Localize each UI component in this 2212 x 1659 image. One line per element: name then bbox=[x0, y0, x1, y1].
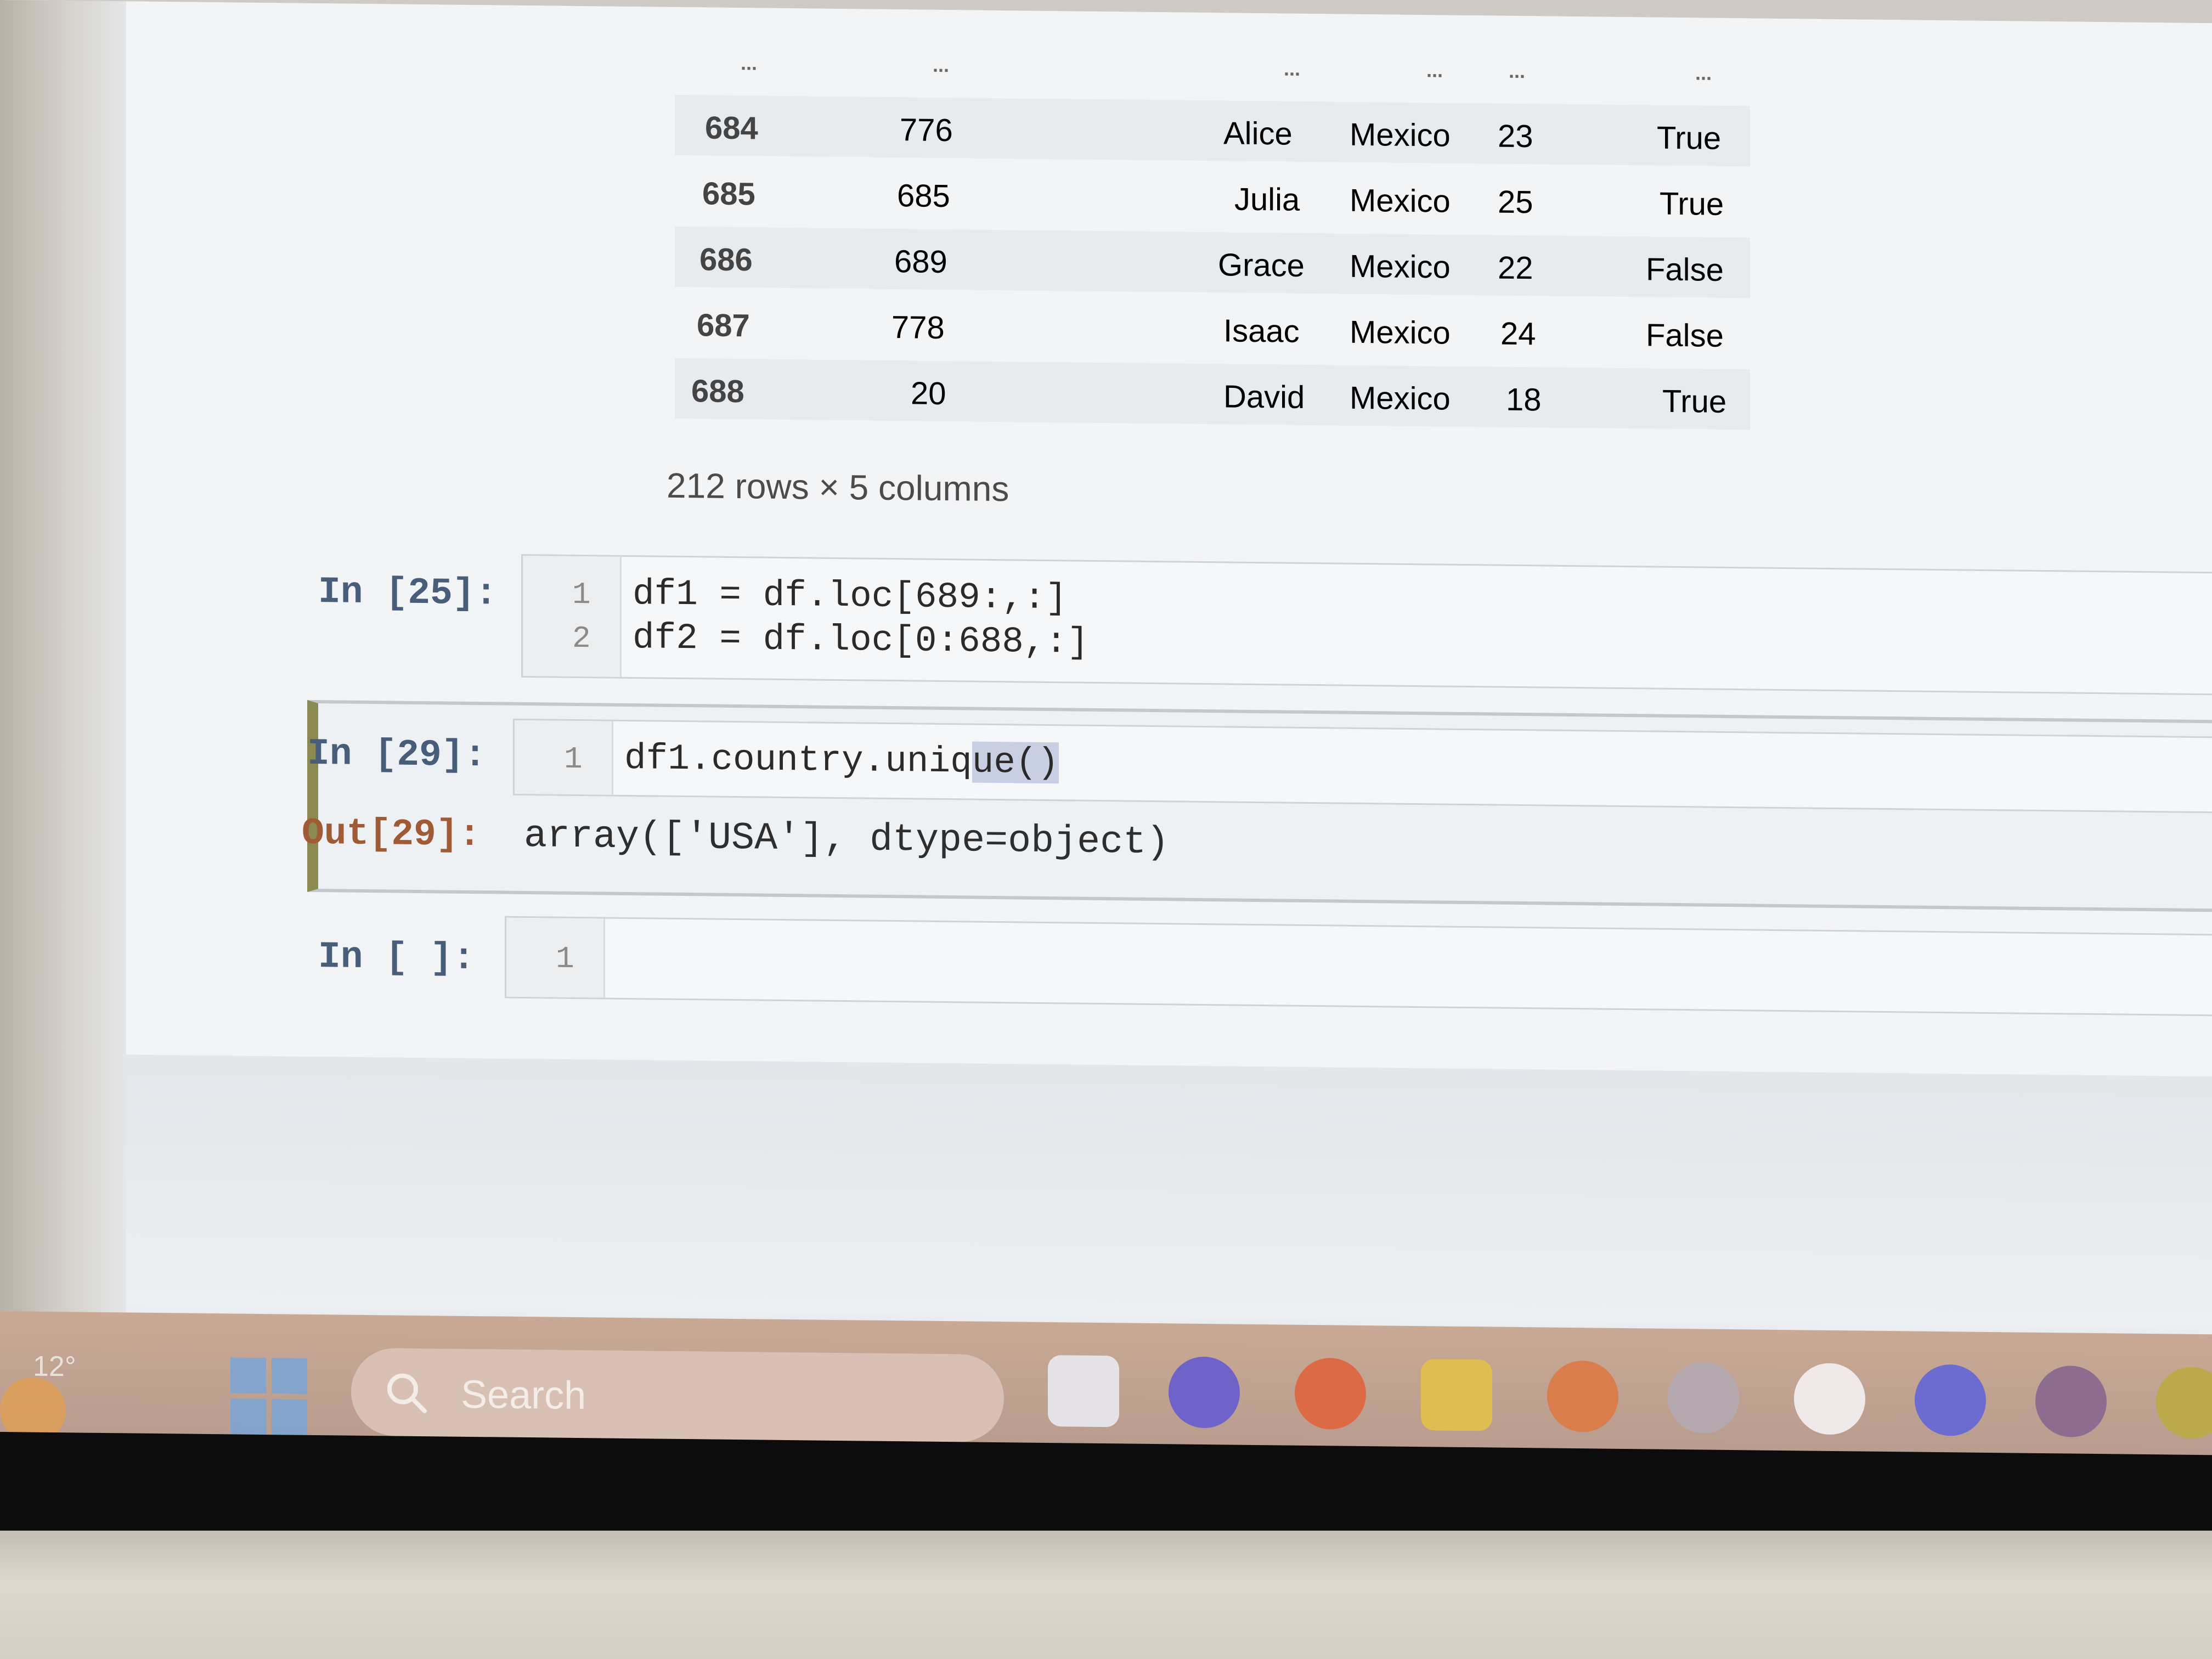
cell-country: Mexico bbox=[1350, 248, 1451, 285]
cell-age: 25 bbox=[1498, 184, 1533, 221]
windows-logo-tile bbox=[272, 1399, 307, 1435]
code-cell-25[interactable]: 1 2 df1 = df.loc[689:,:] df2 = df.loc[0:… bbox=[521, 554, 2212, 696]
row-index: 688 bbox=[691, 373, 744, 410]
cell-value: 689 bbox=[894, 244, 947, 280]
windows-logo-tile bbox=[230, 1398, 266, 1435]
cell-flag: False bbox=[1646, 317, 1724, 354]
line-number: 1 bbox=[564, 741, 583, 777]
cell-flag: True bbox=[1660, 185, 1724, 222]
firefox-icon[interactable] bbox=[1547, 1360, 1618, 1432]
photo-background: ... ... ... ... ... ... 684 776 Alice Me… bbox=[0, 0, 2212, 1659]
table-row: 685 685 Julia Mexico 25 True bbox=[675, 161, 1750, 233]
table-row: 688 20 David Mexico 18 True bbox=[675, 358, 1750, 430]
line-number: 1 bbox=[556, 941, 574, 977]
input-prompt: In [29]: bbox=[307, 732, 487, 777]
cell-name: Isaac bbox=[1223, 313, 1300, 349]
cell-country: Mexico bbox=[1350, 380, 1451, 417]
meet-icon[interactable] bbox=[1169, 1356, 1240, 1429]
task-view-icon[interactable] bbox=[1048, 1355, 1119, 1427]
cell-country: Mexico bbox=[1350, 314, 1451, 351]
input-prompt: In [ ]: bbox=[318, 936, 475, 980]
weather-temperature[interactable]: 12° bbox=[33, 1350, 76, 1384]
ellipsis: ... bbox=[1284, 57, 1301, 80]
cell-flag: True bbox=[1657, 120, 1722, 156]
line-number: 2 bbox=[572, 620, 591, 657]
cell-value: 20 bbox=[911, 375, 946, 412]
slack-icon[interactable] bbox=[1794, 1363, 1865, 1435]
cell-age: 23 bbox=[1498, 118, 1533, 155]
ellipsis: ... bbox=[1509, 59, 1526, 83]
cell-age: 22 bbox=[1498, 250, 1533, 286]
selected-code-text: ue() bbox=[972, 741, 1059, 784]
cell-name: David bbox=[1223, 379, 1305, 415]
projected-screen: ... ... ... ... ... ... 684 776 Alice Me… bbox=[0, 0, 2212, 1461]
df-ellipsis-row: ... ... ... ... ... ... bbox=[675, 40, 1750, 101]
row-index: 687 bbox=[697, 307, 750, 344]
empty-code-cell[interactable]: 1 bbox=[505, 916, 2212, 1018]
opera-icon[interactable] bbox=[1295, 1357, 1366, 1430]
cell-name: Julia bbox=[1234, 181, 1300, 218]
dataframe-shape-summary: 212 rows × 5 columns bbox=[667, 465, 1009, 509]
line-gutter bbox=[523, 555, 622, 677]
cell-value: 685 bbox=[897, 178, 950, 215]
search-label: Search bbox=[461, 1372, 586, 1418]
code-text: df1.country.uniq bbox=[624, 737, 972, 783]
row-index: 686 bbox=[699, 241, 753, 278]
discord-icon[interactable] bbox=[1915, 1364, 1986, 1436]
code-line: df2 = df.loc[0:688,:] bbox=[633, 617, 1089, 663]
code-line: df1.country.unique() bbox=[624, 737, 1059, 784]
search-icon bbox=[387, 1373, 427, 1414]
cell-name: Grace bbox=[1218, 247, 1305, 284]
output-prompt: Out[29]: bbox=[302, 812, 481, 857]
cell-country: Mexico bbox=[1350, 182, 1451, 219]
cell-country: Mexico bbox=[1350, 116, 1451, 154]
ellipsis: ... bbox=[1426, 59, 1443, 82]
table-row: 684 776 Alice Mexico 23 True bbox=[675, 94, 1750, 167]
whiteboard-ledge bbox=[0, 1531, 2212, 1659]
ellipsis: ... bbox=[741, 52, 758, 75]
taskbar-search[interactable]: Search bbox=[351, 1347, 1004, 1443]
cell-output: array(['USA'], dtype=object) bbox=[524, 815, 1170, 865]
cell-value: 778 bbox=[891, 309, 945, 346]
notebook-bottom-area bbox=[126, 1054, 2212, 1329]
windows-start-button[interactable] bbox=[230, 1357, 307, 1435]
cell-age: 18 bbox=[1506, 381, 1542, 418]
windows-logo-tile bbox=[272, 1358, 307, 1394]
code-line: df1 = df.loc[689:,:] bbox=[633, 573, 1068, 619]
app-icon[interactable] bbox=[2156, 1367, 2212, 1439]
table-row: 687 778 Isaac Mexico 24 False bbox=[675, 292, 1750, 364]
screen-left-edge bbox=[0, 0, 126, 1318]
input-prompt: In [25]: bbox=[318, 571, 498, 616]
row-index: 685 bbox=[702, 176, 755, 212]
ellipsis: ... bbox=[1695, 61, 1712, 84]
row-index: 684 bbox=[705, 110, 758, 146]
steam-icon[interactable] bbox=[1668, 1361, 1739, 1434]
windows-logo-tile bbox=[230, 1357, 266, 1394]
cell-name: Alice bbox=[1223, 115, 1293, 152]
file-explorer-icon[interactable] bbox=[1421, 1359, 1492, 1431]
cell-age: 24 bbox=[1500, 315, 1536, 352]
line-number: 1 bbox=[572, 577, 591, 613]
ellipsis: ... bbox=[933, 53, 950, 77]
cell-value: 776 bbox=[900, 112, 953, 149]
jupyter-notebook: ... ... ... ... ... ... 684 776 Alice Me… bbox=[126, 1, 2212, 1077]
cell-flag: True bbox=[1662, 383, 1727, 420]
table-row: 686 689 Grace Mexico 22 False bbox=[675, 226, 1750, 298]
cell-flag: False bbox=[1646, 251, 1724, 288]
github-icon[interactable] bbox=[2035, 1365, 2107, 1438]
